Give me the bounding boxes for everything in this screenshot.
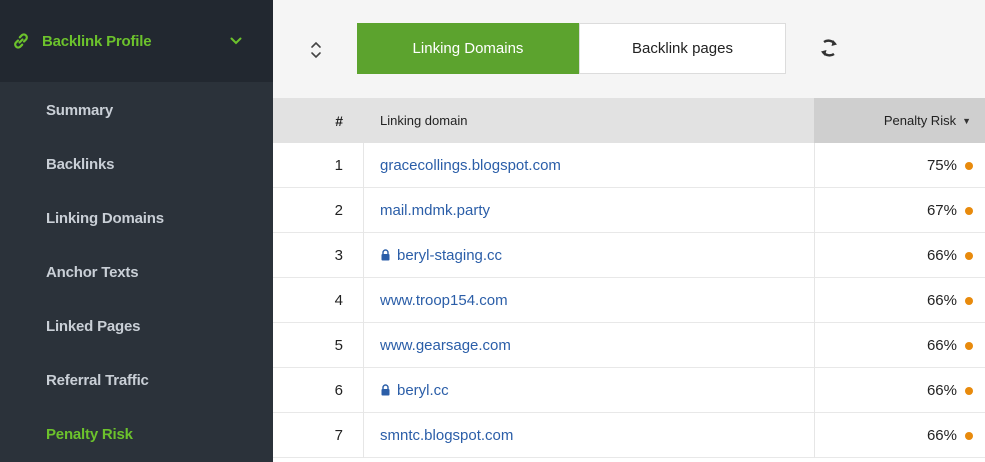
chevron-down-icon[interactable] — [229, 34, 243, 48]
domain-text: www.gearsage.com — [380, 336, 511, 354]
column-divider — [363, 233, 364, 278]
sort-desc-icon: ▼ — [962, 115, 971, 126]
domain-link[interactable]: gracecollings.blogspot.com — [380, 143, 561, 187]
column-header-penalty-risk[interactable]: Penalty Risk ▼ — [814, 98, 985, 143]
table-row: 3 beryl-staging.cc 66% — [273, 233, 985, 278]
column-divider — [363, 188, 364, 233]
table-row: 6 beryl.cc 66% — [273, 368, 985, 413]
domain-link[interactable]: beryl.cc — [380, 368, 449, 412]
row-number: 5 — [334, 336, 343, 354]
risk-indicator-dot — [965, 386, 973, 395]
penalty-risk-value: 66% — [926, 382, 957, 399]
tab-backlink-pages[interactable]: Backlink pages — [579, 23, 786, 74]
lock-icon — [380, 384, 391, 396]
domain-link[interactable]: beryl-staging.cc — [380, 233, 502, 277]
penalty-risk-value: 66% — [926, 337, 957, 354]
sidebar-section-title: Backlink Profile — [42, 32, 152, 50]
column-divider — [363, 278, 364, 323]
penalty-risk-value: 66% — [926, 427, 957, 444]
link-icon — [10, 30, 32, 52]
domain-text: smntc.blogspot.com — [380, 426, 514, 444]
table-row: 2 mail.mdmk.party 67% — [273, 188, 985, 233]
domain-text: beryl-staging.cc — [397, 246, 503, 264]
penalty-risk-value: 66% — [926, 292, 957, 309]
domain-text: gracecollings.blogspot.com — [380, 156, 561, 174]
row-number: 2 — [334, 201, 343, 219]
column-divider — [363, 143, 364, 188]
risk-indicator-dot — [965, 431, 973, 440]
sidebar-item-backlinks[interactable]: Backlinks — [46, 156, 114, 173]
column-header-penalty-risk-label: Penalty Risk — [883, 113, 957, 128]
linking-domains-table: # Linking domain Penalty Risk ▼ 1 gracec… — [273, 98, 985, 458]
domain-text: www.troop154.com — [380, 291, 508, 309]
penalty-risk-value: 66% — [926, 247, 957, 264]
table-row: 7 smntc.blogspot.com 66% — [273, 413, 985, 458]
sidebar-item-linking-domains[interactable]: Linking Domains — [46, 210, 164, 227]
risk-indicator-dot — [965, 161, 973, 170]
sidebar-item-penalty-risk[interactable]: Penalty Risk — [46, 426, 133, 443]
penalty-risk-cell: 66% — [814, 233, 985, 278]
domain-link[interactable]: mail.mdmk.party — [380, 188, 490, 232]
risk-indicator-dot — [965, 341, 973, 350]
column-header-linking-domain[interactable]: Linking domain — [380, 98, 467, 143]
risk-indicator-dot — [965, 296, 973, 305]
penalty-risk-cell: 67% — [814, 188, 985, 233]
table-row: 5 www.gearsage.com 66% — [273, 323, 985, 368]
penalty-risk-cell: 66% — [814, 368, 985, 413]
refresh-icon[interactable] — [814, 33, 844, 63]
sidebar-section-backlink-profile[interactable]: Backlink Profile — [0, 0, 273, 82]
sidebar-item-referral-traffic[interactable]: Referral Traffic — [46, 372, 149, 389]
tab-linking-domains[interactable]: Linking Domains — [357, 23, 579, 74]
sort-toggle-icon[interactable] — [307, 34, 325, 66]
domain-link[interactable]: www.troop154.com — [380, 278, 508, 322]
domain-text: beryl.cc — [397, 381, 449, 399]
column-divider — [363, 413, 364, 458]
penalty-risk-cell: 75% — [814, 143, 985, 188]
column-header-number: # — [335, 112, 343, 129]
sidebar-item-anchor-texts[interactable]: Anchor Texts — [46, 264, 139, 281]
penalty-risk-cell: 66% — [814, 278, 985, 323]
domain-text: mail.mdmk.party — [380, 201, 491, 219]
row-number: 6 — [334, 381, 343, 399]
row-number: 4 — [334, 291, 343, 309]
penalty-risk-value: 67% — [926, 202, 957, 219]
column-divider — [363, 323, 364, 368]
risk-indicator-dot — [965, 251, 973, 260]
sidebar: Backlink Profile Summary Backlinks Linki… — [0, 0, 273, 462]
sidebar-item-linked-pages[interactable]: Linked Pages — [46, 318, 141, 335]
sidebar-item-summary[interactable]: Summary — [46, 102, 113, 119]
domain-link[interactable]: smntc.blogspot.com — [380, 413, 513, 457]
row-number: 3 — [334, 246, 343, 264]
penalty-risk-cell: 66% — [814, 323, 985, 368]
penalty-risk-cell: 66% — [814, 413, 985, 458]
row-number: 1 — [334, 156, 343, 174]
lock-icon — [380, 249, 391, 261]
table-header: # Linking domain Penalty Risk ▼ — [273, 98, 985, 143]
column-divider — [363, 368, 364, 413]
row-number: 7 — [334, 426, 343, 444]
domain-link[interactable]: www.gearsage.com — [380, 323, 511, 367]
risk-indicator-dot — [965, 206, 973, 215]
penalty-risk-value: 75% — [926, 157, 957, 174]
table-row: 1 gracecollings.blogspot.com 75% — [273, 143, 985, 188]
table-row: 4 www.troop154.com 66% — [273, 278, 985, 323]
